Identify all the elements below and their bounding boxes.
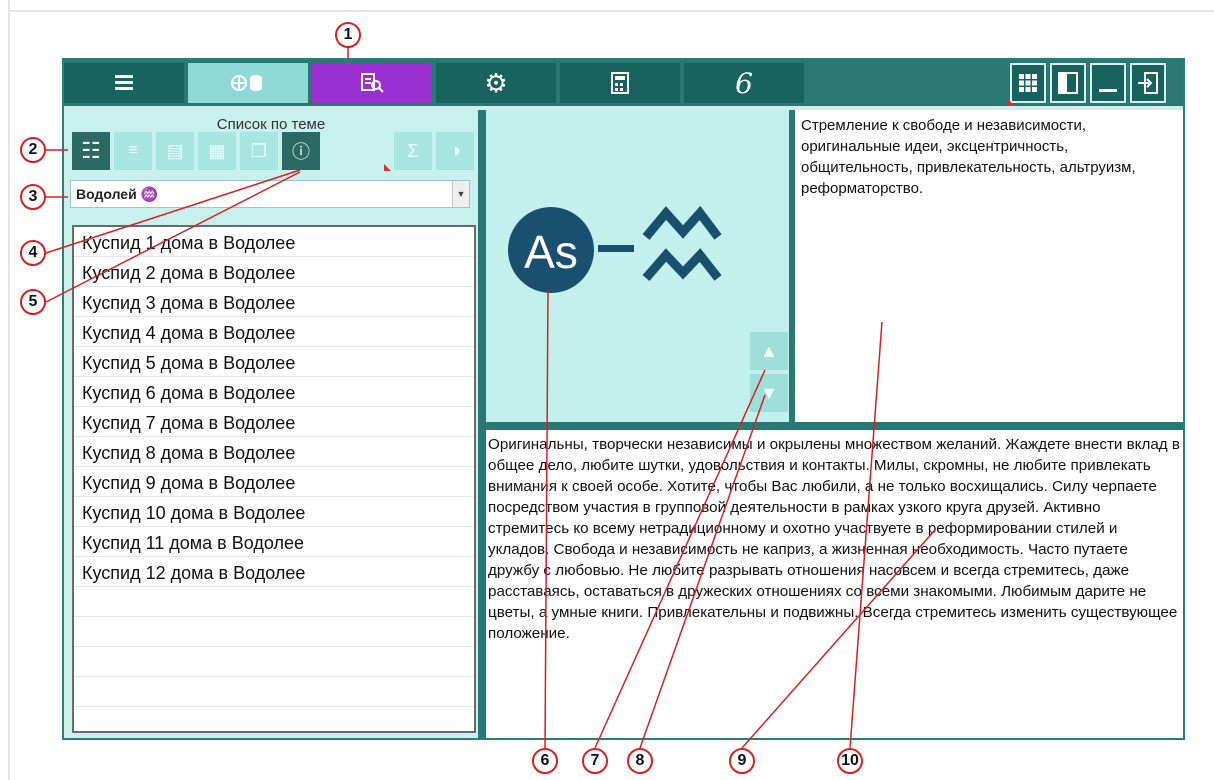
callout-9: 9 — [729, 748, 755, 774]
callout-4: 4 — [20, 240, 46, 266]
callout-8: 8 — [627, 748, 653, 774]
callout-5: 5 — [20, 289, 46, 315]
callout-3: 3 — [20, 184, 46, 210]
callout-7: 7 — [582, 748, 608, 774]
callout-2: 2 — [20, 137, 46, 163]
callout-10: 10 — [837, 748, 863, 774]
callout-6: 6 — [532, 748, 558, 774]
callout-1: 1 — [335, 22, 361, 48]
callout-lines — [45, 48, 936, 749]
